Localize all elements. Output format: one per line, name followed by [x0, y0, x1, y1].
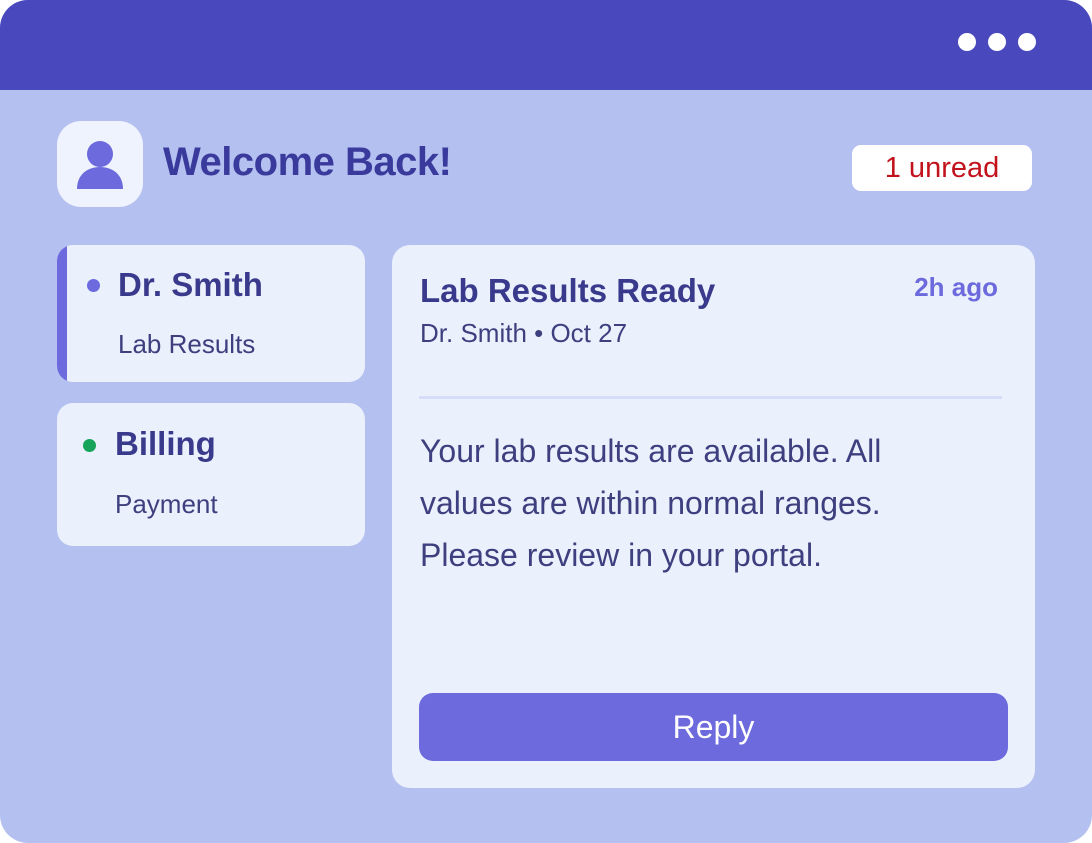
thread-item-dr-smith[interactable]: Dr. Smith Lab Results [57, 245, 365, 382]
thread-name: Dr. Smith [118, 266, 263, 303]
message-meta: Dr. Smith • Oct 27 [420, 318, 628, 348]
thread-name: Billing [115, 425, 216, 462]
title-bar [0, 0, 1092, 90]
thread-item-billing[interactable]: Billing Payment [57, 403, 365, 546]
thread-subtitle: Lab Results [118, 329, 256, 359]
selected-indicator [57, 245, 67, 382]
page-title: Welcome Back! [163, 140, 452, 184]
message-time: 2h ago [914, 272, 998, 302]
app-window: Welcome Back! 1 unread Dr. Smith Lab Res… [0, 0, 1092, 843]
message-panel: Lab Results Ready 2h ago Dr. Smith • Oct… [392, 245, 1035, 788]
more-dots-icon[interactable] [958, 33, 1036, 51]
message-subject: Lab Results Ready [420, 272, 716, 309]
divider [419, 396, 1002, 399]
avatar [57, 121, 143, 207]
dot [958, 33, 976, 51]
reply-button[interactable]: Reply [419, 693, 1008, 761]
dot [988, 33, 1006, 51]
message-body: Your lab results are available. All valu… [420, 433, 882, 573]
unread-badge: 1 unread [852, 145, 1032, 191]
status-dot [83, 439, 96, 452]
thread-subtitle: Payment [115, 489, 218, 519]
dot [1018, 33, 1036, 51]
status-dot [87, 279, 100, 292]
user-icon [77, 141, 123, 189]
